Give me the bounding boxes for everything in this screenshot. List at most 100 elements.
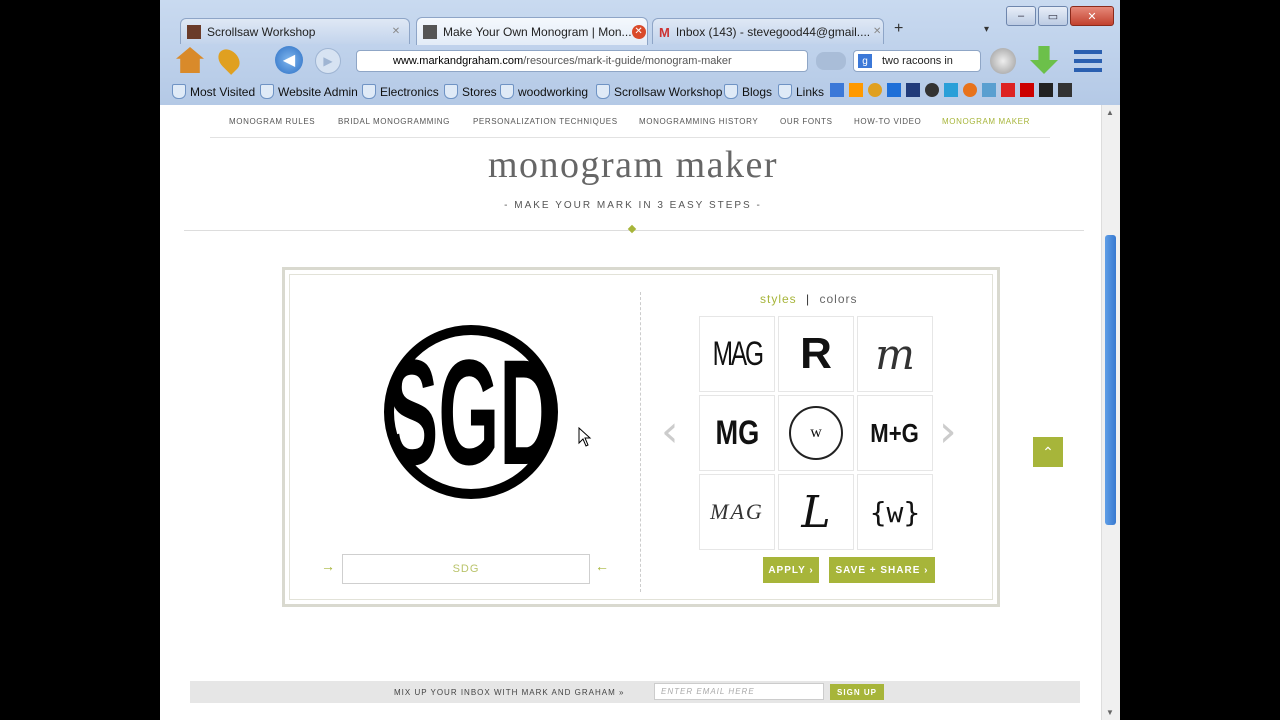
film-icon[interactable]	[1039, 83, 1053, 97]
scroll-down-arrow-icon[interactable]: ▼	[1106, 708, 1114, 717]
save-share-button[interactable]: SAVE + SHARE ›	[829, 557, 935, 583]
home-icon[interactable]	[176, 47, 204, 73]
style-label: MG	[715, 413, 759, 452]
bookmark-label: Website Admin	[278, 84, 358, 99]
sign-up-button[interactable]: SIGN UP	[830, 684, 884, 700]
chrome-icon[interactable]	[925, 83, 939, 97]
forward-icon[interactable]: ▶	[315, 48, 341, 74]
bookmark-most-visited[interactable]: Most Visited	[172, 84, 255, 99]
back-icon[interactable]: ◀	[275, 46, 303, 74]
gear-icon[interactable]	[990, 48, 1016, 74]
browser-window: – ▭ ✕ Scrollsaw Workshop ✕ Make Your Own…	[160, 0, 1120, 720]
google-icon[interactable]	[830, 83, 844, 97]
url-path: /resources/mark-it-guide/monogram-maker	[523, 55, 732, 67]
tab-bar: Scrollsaw Workshop ✕ Make Your Own Monog…	[160, 14, 1120, 45]
style-grid: MAG R m MG w M+G MAG L {w}	[699, 316, 933, 550]
style-label: MAG	[712, 334, 763, 373]
close-tab-icon[interactable]: ✕	[631, 24, 646, 39]
style-label: R	[800, 329, 832, 378]
bookmark-links[interactable]: Links	[778, 84, 824, 99]
style-option[interactable]: R	[778, 316, 854, 392]
style-label: w	[789, 406, 843, 460]
scrollbar-thumb[interactable]	[1105, 235, 1116, 525]
navigation-bar: ◀ ▶ www.markandgraham.com/resources/mark…	[160, 44, 1120, 80]
nav-how-to-video[interactable]: HOW-TO VIDEO	[854, 117, 921, 126]
close-tab-icon[interactable]: ✕	[389, 25, 403, 39]
photo-icon[interactable]	[982, 83, 996, 97]
location-pin-icon[interactable]	[214, 45, 244, 75]
bookmark-scrollsaw[interactable]: Scrollsaw Workshop	[596, 84, 722, 99]
scrollsaw-favicon-icon	[187, 24, 201, 39]
bookmark-stores[interactable]: Stores	[444, 84, 497, 99]
bookmark-blogs[interactable]: Blogs	[724, 84, 772, 99]
nav-personalization-techniques[interactable]: PERSONALIZATION TECHNIQUES	[473, 117, 618, 126]
close-tab-icon[interactable]: ✕	[870, 25, 883, 39]
bookmark-icon	[596, 84, 610, 99]
style-option[interactable]: MAG	[699, 316, 775, 392]
tab-styles[interactable]: styles	[760, 292, 797, 306]
page-title: monogram maker	[487, 144, 779, 186]
newsletter-message: MIX UP YOUR INBOX WITH MARK AND GRAHAM »	[394, 688, 625, 697]
address-bar[interactable]: www.markandgraham.com/resources/mark-it-…	[356, 50, 808, 72]
monogram-initials-input[interactable]: SDG	[342, 554, 590, 584]
rss-icon[interactable]	[963, 83, 977, 97]
bookmark-label: Electronics	[380, 84, 439, 99]
style-label: L	[801, 486, 831, 538]
bookmark-woodworking[interactable]: woodworking	[500, 84, 588, 99]
vertical-scrollbar[interactable]: ▲ ▼	[1101, 105, 1120, 720]
style-option[interactable]: L	[778, 474, 854, 550]
tab-monogram[interactable]: Make Your Own Monogram | Mon... ✕	[416, 17, 648, 45]
bookmark-icon	[444, 84, 458, 99]
nav-monogram-rules[interactable]: MONOGRAM RULES	[229, 117, 315, 126]
netflix-icon[interactable]	[1001, 83, 1015, 97]
youtube-icon[interactable]	[1020, 83, 1034, 97]
browser-chrome: – ▭ ✕ Scrollsaw Workshop ✕ Make Your Own…	[160, 0, 1120, 105]
style-label: M+G	[870, 417, 920, 448]
tab-inbox[interactable]: M Inbox (143) - stevegood44@gmail.... ✕	[652, 18, 884, 44]
nav-our-fonts[interactable]: OUR FONTS	[780, 117, 833, 126]
input-right-arrow-icon: ←	[595, 558, 609, 574]
paypal-icon[interactable]	[906, 83, 920, 97]
prev-styles-chevron-icon[interactable]: ‹	[661, 410, 679, 454]
tab-label: Scrollsaw Workshop	[207, 24, 316, 39]
page-subtitle: - MAKE YOUR MARK IN 3 EASY STEPS -	[504, 200, 762, 211]
dropbox-icon[interactable]	[887, 83, 901, 97]
nav-monogramming-history[interactable]: MONOGRAMMING HISTORY	[639, 117, 758, 126]
bookmark-electronics[interactable]: Electronics	[362, 84, 439, 99]
nav-bridal-monogramming[interactable]: BRIDAL MONOGRAMMING	[338, 117, 450, 126]
amazon-icon[interactable]	[849, 83, 863, 97]
search-box[interactable]: g two racoons in	[853, 50, 981, 72]
new-tab-button[interactable]: +	[894, 20, 903, 38]
next-styles-chevron-icon[interactable]: ›	[939, 410, 957, 454]
style-color-tabs: styles | colors	[760, 292, 858, 306]
download-icon[interactable]	[1030, 46, 1058, 74]
tab-colors[interactable]: colors	[820, 292, 858, 306]
style-option[interactable]: M+G	[857, 395, 933, 471]
scroll-up-arrow-icon[interactable]: ▲	[1106, 108, 1114, 117]
apply-button[interactable]: APPLY ›	[763, 557, 819, 583]
mouse-cursor-icon	[578, 427, 592, 447]
style-option[interactable]: MAG	[699, 474, 775, 550]
gmail-favicon-icon: M	[659, 24, 670, 40]
style-option[interactable]: MG	[699, 395, 775, 471]
imdb-icon[interactable]	[1058, 83, 1072, 97]
email-input[interactable]: ENTER EMAIL HERE	[654, 683, 824, 700]
maps-icon[interactable]	[868, 83, 882, 97]
bookmark-label: Most Visited	[190, 84, 256, 99]
bookmark-label: Blogs	[742, 84, 773, 99]
style-option[interactable]: {w}	[857, 474, 933, 550]
nav-divider	[210, 137, 1050, 138]
bookmark-icon	[260, 84, 274, 99]
style-option[interactable]: w	[778, 395, 854, 471]
bookmark-icon	[500, 84, 514, 99]
globe-icon[interactable]	[944, 83, 958, 97]
tab-scrollsaw[interactable]: Scrollsaw Workshop ✕	[180, 18, 410, 44]
tab-list-icon[interactable]: ▾	[984, 24, 989, 35]
style-option[interactable]: m	[857, 316, 933, 392]
nav-monogram-maker[interactable]: MONOGRAM MAKER	[942, 117, 1030, 126]
bookmark-website-admin[interactable]: Website Admin	[260, 84, 358, 99]
scroll-to-top-button[interactable]: ⌃	[1033, 437, 1063, 467]
mask-icon[interactable]	[816, 52, 846, 70]
menu-icon[interactable]	[1074, 50, 1102, 72]
search-value: two racoons in	[882, 55, 953, 67]
